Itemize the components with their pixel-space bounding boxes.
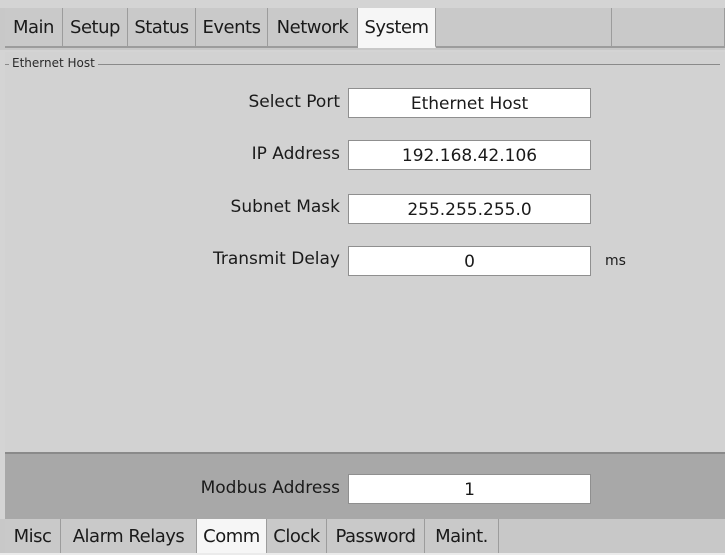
- tab-network[interactable]: Network: [268, 8, 358, 48]
- tab-setup[interactable]: Setup: [63, 8, 128, 48]
- tab-events[interactable]: Events: [196, 8, 268, 48]
- bottom-tab-bar: Misc Alarm Relays Comm Clock Password Ma…: [0, 519, 725, 553]
- hmi-screen: Main Setup Status Events Network System …: [0, 0, 725, 553]
- tab-main[interactable]: Main: [5, 8, 63, 48]
- tab-password[interactable]: Password: [327, 519, 425, 553]
- tab-bar-filler: [612, 8, 725, 48]
- ip-address-label: IP Address: [251, 144, 340, 164]
- select-port-field[interactable]: Ethernet Host: [348, 88, 591, 118]
- tab-system[interactable]: System: [358, 8, 436, 48]
- tab-maint[interactable]: Maint.: [425, 519, 499, 553]
- group-title: Ethernet Host: [9, 56, 98, 70]
- tab-comm[interactable]: Comm: [197, 519, 267, 553]
- subnet-mask-label: Subnet Mask: [230, 197, 340, 217]
- ethernet-host-panel: Ethernet Host Select Port Ethernet Host …: [5, 52, 725, 452]
- group-divider: [5, 64, 720, 65]
- modbus-address-label: Modbus Address: [200, 478, 340, 498]
- transmit-delay-label: Transmit Delay: [212, 249, 340, 269]
- tab-status[interactable]: Status: [128, 8, 196, 48]
- subnet-mask-field[interactable]: 255.255.255.0: [348, 194, 591, 224]
- select-port-label: Select Port: [248, 92, 340, 112]
- tab-bar-filler: [436, 8, 612, 48]
- tab-clock[interactable]: Clock: [267, 519, 327, 553]
- ip-address-field[interactable]: 192.168.42.106: [348, 140, 591, 170]
- tab-alarm-relays[interactable]: Alarm Relays: [61, 519, 197, 553]
- modbus-address-field[interactable]: 1: [348, 474, 591, 504]
- tab-misc[interactable]: Misc: [5, 519, 61, 553]
- top-tab-bar: Main Setup Status Events Network System: [0, 8, 725, 50]
- transmit-delay-field[interactable]: 0: [348, 246, 591, 276]
- modbus-bar: Modbus Address 1: [5, 452, 725, 519]
- transmit-delay-unit: ms: [605, 253, 626, 269]
